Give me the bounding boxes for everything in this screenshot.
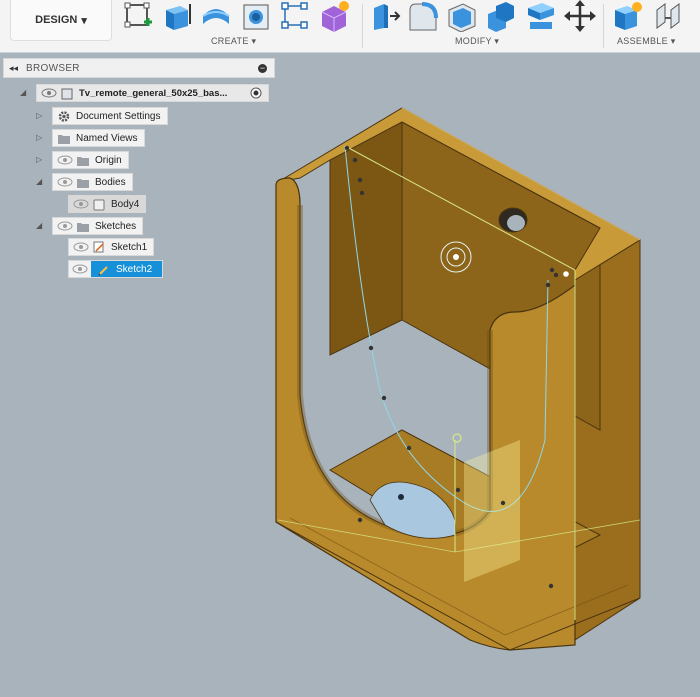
tree-item-label: Sketch1 (111, 241, 148, 253)
sketch1-node[interactable]: Sketch1 (68, 238, 155, 256)
joint-icon[interactable] (651, 0, 685, 32)
expand-arrow-icon[interactable]: ▷ (36, 155, 42, 164)
eye-icon[interactable] (57, 176, 73, 188)
tree-item-origin[interactable]: ▷ Origin (36, 151, 129, 169)
body4-node[interactable]: Body4 (68, 195, 147, 213)
origin-node[interactable]: Origin (52, 151, 129, 169)
tree-item-sketch2[interactable]: Sketch2 (68, 260, 164, 278)
sketch2-node[interactable]: Sketch2 (68, 260, 164, 278)
body-icon (93, 199, 105, 210)
gear-icon (58, 110, 70, 122)
shell-icon[interactable] (445, 0, 479, 32)
press-pull-icon[interactable] (368, 0, 402, 32)
tree-item-sketch1[interactable]: Sketch1 (68, 238, 155, 256)
collapse-arrow-icon[interactable]: ◢ (36, 177, 42, 186)
create-menu-label[interactable]: CREATE ▾ (211, 36, 256, 47)
tree-item-label: Origin (95, 154, 122, 166)
revolve-icon[interactable] (199, 0, 233, 32)
eye-icon[interactable] (73, 241, 89, 253)
root-component[interactable]: Tv_remote_general_50x25_bas... (36, 84, 269, 102)
eye-icon[interactable] (73, 198, 89, 210)
tree-item-bodies[interactable]: ◢ Bodies (36, 173, 133, 191)
create-sketch-icon[interactable] (122, 0, 156, 32)
sketches-node[interactable]: Sketches (52, 217, 144, 235)
sketch-icon (93, 241, 104, 252)
modify-menu-label[interactable]: MODIFY ▾ (455, 36, 499, 47)
folder-icon (77, 222, 89, 232)
expand-arrow-icon[interactable]: ◢ (20, 88, 26, 97)
tree-item-label: Bodies (95, 176, 126, 188)
tree-root[interactable]: ◢ Tv_remote_general_50x25_bas... (20, 84, 269, 102)
scale-icon[interactable] (524, 0, 558, 32)
folder-icon (58, 134, 70, 144)
tree-item-body4[interactable]: Body4 (68, 195, 147, 213)
named-views-node[interactable]: Named Views (52, 129, 145, 147)
move-icon[interactable] (563, 0, 597, 32)
expand-arrow-icon[interactable]: ▷ (36, 133, 42, 142)
tree-item-label: Body4 (111, 198, 140, 210)
chevron-down-icon: ▾ (81, 14, 87, 27)
tree-item-label: Document Settings (76, 110, 161, 122)
new-component-icon[interactable] (611, 0, 645, 32)
eye-icon[interactable] (57, 220, 73, 232)
tree-item-sketches[interactable]: ◢ Sketches (36, 217, 144, 235)
browser-header: ◂◂ BROWSER − (3, 58, 275, 78)
root-component-name: Tv_remote_general_50x25_bas... (79, 87, 228, 99)
bodies-node[interactable]: Bodies (52, 173, 133, 191)
tree-item-label: Sketches (95, 220, 137, 232)
tree-item-label: Sketch2 (116, 263, 153, 275)
pattern-icon[interactable] (279, 0, 313, 32)
eye-icon[interactable] (57, 154, 73, 166)
component-icon (61, 88, 73, 99)
expand-arrow-icon[interactable]: ▷ (36, 111, 42, 120)
toolbar: DESIGN ▾ CREATE ▾ MODIFY ▾ ASSEMBLE ▾ (0, 0, 700, 53)
minimize-browser-icon[interactable]: − (258, 63, 267, 73)
folder-icon (77, 178, 89, 188)
hole-icon[interactable] (240, 0, 274, 32)
collapse-panel-icon[interactable]: ◂◂ (9, 63, 18, 74)
fillet-icon[interactable] (406, 0, 440, 32)
combine-icon[interactable] (484, 0, 518, 32)
tree-item-label: Named Views (76, 132, 138, 144)
eye-icon[interactable] (41, 87, 57, 99)
extrude-icon[interactable] (160, 0, 194, 32)
workspace-label: DESIGN (35, 14, 78, 26)
tree-item-named-views[interactable]: ▷ Named Views (36, 129, 145, 147)
eye-icon[interactable] (72, 263, 88, 275)
collapse-arrow-icon[interactable]: ◢ (36, 221, 42, 230)
workspace-switcher[interactable]: DESIGN ▾ (10, 0, 112, 41)
sketch2-selection[interactable]: Sketch2 (91, 261, 163, 277)
toolbar-separator (362, 4, 363, 48)
form-icon[interactable] (318, 0, 352, 32)
assemble-menu-label[interactable]: ASSEMBLE ▾ (617, 36, 676, 47)
folder-icon (77, 156, 89, 166)
sketch-edit-icon (98, 265, 108, 276)
tree-item-document-settings[interactable]: ▷ Document Settings (36, 107, 168, 125)
canvas-viewport[interactable] (0, 52, 700, 697)
toolbar-separator (603, 4, 604, 48)
body4-model[interactable] (275, 107, 641, 651)
document-settings-node[interactable]: Document Settings (52, 107, 168, 125)
browser-title: BROWSER (26, 62, 80, 74)
activate-radio-icon[interactable] (250, 87, 262, 99)
